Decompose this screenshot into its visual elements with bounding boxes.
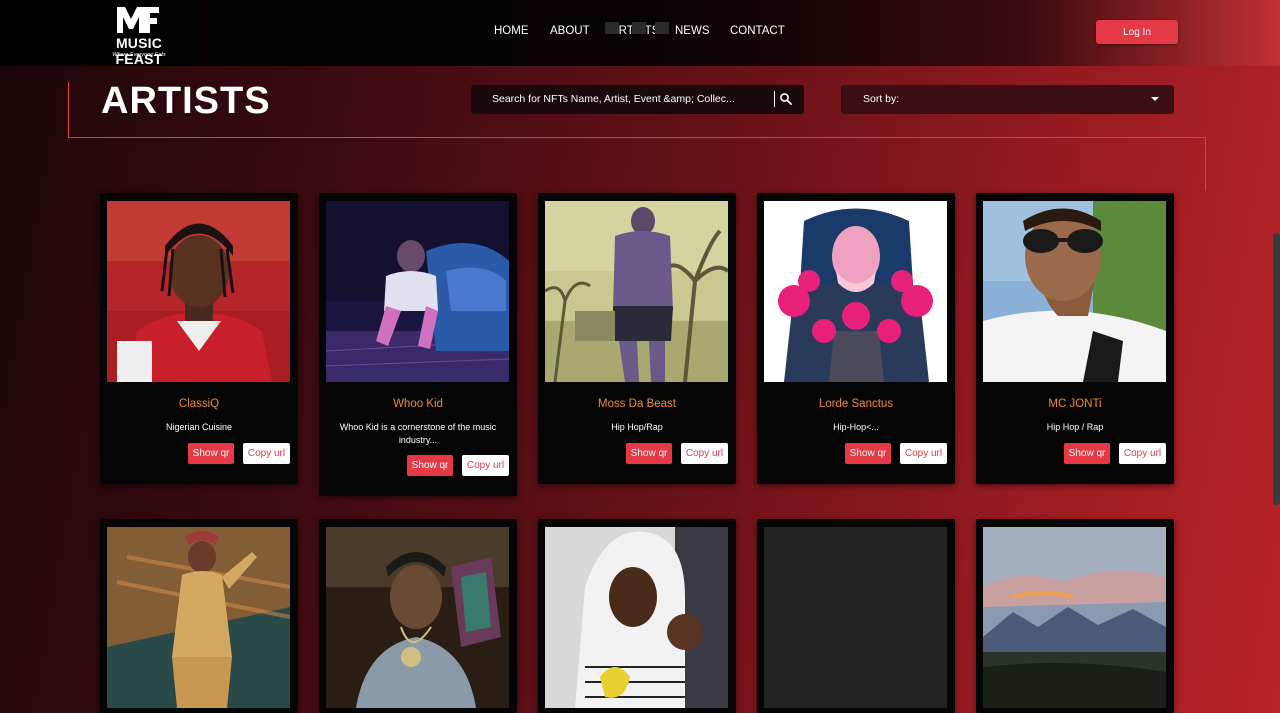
artist-name[interactable]: Moss Da Beast [538, 398, 736, 410]
artist-card[interactable]: ClassiQ Nigerian Cuisine Show qr Copy ur… [100, 193, 298, 484]
search-input[interactable]: Search for NFTs Name, Artist, Event &amp… [492, 93, 752, 105]
artist-description: Hip Hop/Rap [611, 422, 663, 432]
artist-card[interactable] [100, 519, 298, 713]
page-title: ARTISTS [101, 80, 271, 122]
brand-name: MUSIC FEAST [115, 35, 163, 67]
show-qr-button[interactable]: Show qr [845, 443, 891, 464]
search-divider [774, 91, 775, 107]
title-frame-line [1205, 137, 1206, 191]
artist-photo[interactable] [326, 527, 509, 708]
sort-label: Sort by: [863, 93, 900, 105]
artist-photo[interactable] [983, 527, 1166, 708]
artist-name[interactable]: MC JONTi [976, 398, 1174, 410]
artist-description: Whoo Kid is a cornerstone of the music i… [339, 422, 497, 445]
title-frame-line [68, 137, 1206, 138]
artist-photo[interactable] [107, 201, 290, 382]
artist-name[interactable]: ClassiQ [100, 398, 298, 410]
artist-card[interactable] [319, 519, 517, 713]
search-icon[interactable] [779, 92, 793, 106]
chevron-down-icon [1151, 97, 1159, 101]
artist-description: Nigerian Cuisine [165, 422, 233, 432]
show-qr-button[interactable]: Show qr [407, 455, 453, 476]
nav-home[interactable]: HOME [494, 25, 529, 37]
artist-photo[interactable] [764, 201, 947, 382]
artist-card[interactable]: Moss Da Beast Hip Hop/Rap Show qr Copy u… [538, 193, 736, 484]
brand-logo-mark [117, 7, 159, 33]
artist-name[interactable]: Lorde Sanctus [757, 398, 955, 410]
search-bar[interactable]: Search for NFTs Name, Artist, Event &amp… [471, 85, 804, 114]
brand-logo[interactable]: MUSIC FEAST Where Everyone Eats [95, 3, 183, 67]
nav-decoration [605, 22, 619, 34]
login-button[interactable]: Log In [1096, 20, 1178, 44]
show-qr-button[interactable]: Show qr [626, 443, 672, 464]
nav-contact[interactable]: CONTACT [730, 25, 785, 37]
scrollbar-thumb[interactable] [1273, 233, 1280, 505]
nav-decoration [655, 22, 669, 34]
copy-url-button[interactable]: Copy url [681, 443, 728, 464]
artist-card[interactable] [976, 519, 1174, 713]
show-qr-button[interactable]: Show qr [188, 443, 234, 464]
artist-photo[interactable] [107, 527, 290, 708]
artist-card[interactable] [538, 519, 736, 713]
artist-card[interactable]: MC JONTi Hip Hop / Rap Show qr Copy url [976, 193, 1174, 484]
sort-dropdown[interactable]: Sort by: [841, 85, 1174, 114]
copy-url-button[interactable]: Copy url [243, 443, 290, 464]
artist-photo-placeholder[interactable] [764, 527, 947, 708]
artist-photo[interactable] [326, 201, 509, 382]
brand-tagline: Where Everyone Eats [112, 52, 166, 58]
nav-about[interactable]: ABOUT [550, 25, 590, 37]
copy-url-button[interactable]: Copy url [1119, 443, 1166, 464]
copy-url-button[interactable]: Copy url [462, 455, 509, 476]
artist-card[interactable]: Lorde Sanctus Hip-Hop<... Show qr Copy u… [757, 193, 955, 484]
artist-photo[interactable] [545, 527, 728, 708]
artist-photo[interactable] [545, 201, 728, 382]
nav-decoration [632, 22, 646, 34]
artist-card[interactable] [757, 519, 955, 713]
nav-news[interactable]: NEWS [675, 25, 710, 37]
copy-url-button[interactable]: Copy url [900, 443, 947, 464]
artist-description: Hip Hop / Rap [1046, 422, 1104, 432]
top-navbar: MUSIC FEAST Where Everyone Eats HOME ABO… [0, 0, 1280, 67]
show-qr-button[interactable]: Show qr [1064, 443, 1110, 464]
artist-card[interactable]: Whoo Kid Whoo Kid is a cornerstone of th… [319, 193, 517, 496]
artist-description: Hip-Hop<... [833, 422, 879, 432]
artist-photo[interactable] [983, 201, 1166, 382]
artist-name[interactable]: Whoo Kid [319, 398, 517, 410]
title-frame-line [68, 82, 69, 137]
